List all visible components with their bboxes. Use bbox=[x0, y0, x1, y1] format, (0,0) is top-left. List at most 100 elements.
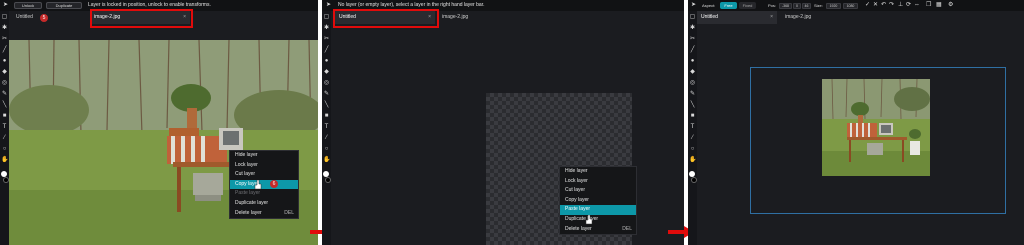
hand-icon[interactable]: ✋ bbox=[1, 157, 8, 164]
clone-icon[interactable]: ◎ bbox=[1, 80, 8, 87]
menu-item-delete-layer[interactable]: Delete layer DEL bbox=[560, 225, 636, 235]
shape-icon[interactable]: ■ bbox=[323, 113, 330, 120]
menu-item-lock-layer[interactable]: Lock layer bbox=[230, 161, 298, 171]
tab-highlight-box bbox=[333, 9, 439, 28]
pen-icon[interactable]: ✎ bbox=[1, 91, 8, 98]
editor-panel-3: ➤ Aspect: Free Fixed Pos: -368 0 46 Size… bbox=[688, 0, 1024, 245]
tab-label: image-2.jpg bbox=[442, 14, 469, 20]
position-x-field[interactable]: -368 bbox=[779, 2, 792, 9]
redo-icon[interactable]: ↷ bbox=[889, 2, 894, 9]
smudge-icon[interactable]: ╲ bbox=[323, 102, 330, 109]
menu-item-copy-layer[interactable]: Copy layer bbox=[230, 179, 298, 190]
clone-icon[interactable]: ◎ bbox=[689, 80, 696, 87]
size-width-field[interactable]: 1920 bbox=[826, 2, 841, 9]
cursor-icon[interactable]: ➤ bbox=[691, 2, 696, 9]
menu-item-label: Hide layer bbox=[235, 152, 258, 158]
eraser-icon[interactable]: ◆ bbox=[1, 69, 8, 76]
brush-icon[interactable]: ╱ bbox=[323, 47, 330, 54]
fill-icon[interactable]: ● bbox=[323, 58, 330, 65]
size-height-field[interactable]: 1080 bbox=[843, 2, 858, 9]
menu-item-cut-layer[interactable]: Cut layer bbox=[560, 186, 636, 196]
text-icon[interactable]: T bbox=[689, 124, 696, 131]
tab-highlight-box bbox=[90, 9, 193, 28]
pasted-image-layer[interactable] bbox=[822, 79, 930, 176]
tools-sidebar: ▢ ✱ ✂ ╱ ● ◆ ◎ ✎ ╲ ■ T ⁄ ○ ✋ bbox=[688, 11, 697, 245]
gear-icon[interactable]: ⚙ bbox=[948, 2, 953, 9]
layer-context-menu: Hide layer Lock layer Cut layer Copy lay… bbox=[229, 150, 299, 220]
menu-item-lock-layer[interactable]: Lock layer bbox=[560, 177, 636, 187]
eraser-icon[interactable]: ◆ bbox=[323, 69, 330, 76]
wand-icon[interactable]: ✱ bbox=[1, 25, 8, 32]
cancel-x-icon[interactable]: ✕ bbox=[873, 2, 878, 9]
eraser-icon[interactable]: ◆ bbox=[689, 69, 696, 76]
pen-icon[interactable]: ✎ bbox=[689, 91, 696, 98]
wand-icon[interactable]: ✱ bbox=[689, 25, 696, 32]
zoom-icon[interactable]: ○ bbox=[323, 146, 330, 153]
brush-icon[interactable]: ╱ bbox=[1, 47, 8, 54]
background-color-swatch[interactable] bbox=[325, 177, 331, 183]
cursor-icon[interactable]: ➤ bbox=[326, 2, 331, 9]
position-extra-field[interactable]: 46 bbox=[802, 2, 811, 9]
menu-item-paste-layer[interactable]: Paste layer bbox=[560, 205, 636, 215]
zoom-icon[interactable]: ○ bbox=[1, 146, 8, 153]
crop-icon[interactable]: ✂ bbox=[689, 36, 696, 43]
duplicate-button[interactable]: Duplicate bbox=[46, 2, 82, 9]
fill-icon[interactable]: ● bbox=[689, 58, 696, 65]
pen-icon[interactable]: ✎ bbox=[323, 91, 330, 98]
marquee-icon[interactable]: ▢ bbox=[1, 14, 8, 21]
shape-icon[interactable]: ■ bbox=[1, 113, 8, 120]
shortcut-label: DEL bbox=[284, 209, 294, 216]
menu-item-cut-layer[interactable]: Cut layer bbox=[230, 170, 298, 180]
wand-icon[interactable]: ✱ bbox=[323, 25, 330, 32]
position-label: Pos: bbox=[768, 3, 777, 8]
step-badge-6: 6 bbox=[270, 180, 278, 188]
menu-item-hide-layer[interactable]: Hide layer bbox=[560, 167, 636, 177]
unlock-button[interactable]: Unlock bbox=[14, 2, 42, 9]
tab-image-2[interactable]: image-2.jpg bbox=[781, 11, 841, 24]
crop-options-bar: ➤ Aspect: Free Fixed Pos: -368 0 46 Size… bbox=[688, 0, 1024, 11]
marquee-icon[interactable]: ▢ bbox=[323, 14, 330, 21]
grid-icon[interactable]: ▦ bbox=[936, 2, 942, 9]
aspect-free-button[interactable]: Free bbox=[720, 2, 737, 9]
menu-item-delete-layer[interactable]: Delete layer DEL bbox=[230, 209, 298, 219]
hand-icon[interactable]: ✋ bbox=[689, 157, 696, 164]
marquee-icon[interactable]: ▢ bbox=[689, 14, 696, 21]
shape-icon[interactable]: ■ bbox=[689, 113, 696, 120]
background-color-swatch[interactable] bbox=[691, 177, 697, 183]
cursor-icon[interactable]: ➤ bbox=[3, 2, 8, 9]
rotate-icon[interactable]: ⟳ bbox=[906, 2, 911, 9]
text-icon[interactable]: T bbox=[1, 124, 8, 131]
menu-item-label: Cut layer bbox=[565, 187, 586, 194]
tools-sidebar: ▢ ✱ ✂ ╱ ● ◆ ◎ ✎ ╲ ■ T ⁄ ○ ✋ bbox=[322, 11, 331, 245]
tab-image-2[interactable]: image-2.jpg bbox=[438, 11, 498, 24]
flip-icon[interactable]: ⇔ bbox=[914, 2, 920, 9]
text-icon[interactable]: T bbox=[323, 124, 330, 131]
hand-icon[interactable]: ✋ bbox=[323, 157, 330, 164]
zoom-icon[interactable]: ○ bbox=[689, 146, 696, 153]
menu-item-hide-layer[interactable]: Hide layer bbox=[230, 151, 298, 161]
menu-item-paste-layer[interactable]: Paste layer bbox=[230, 189, 298, 199]
menu-item-copy-layer[interactable]: Copy layer bbox=[560, 196, 636, 206]
eyedropper-icon[interactable]: ⁄ bbox=[1, 135, 8, 142]
fill-icon[interactable]: ● bbox=[1, 58, 8, 65]
eyedropper-icon[interactable]: ⁄ bbox=[689, 135, 696, 142]
align-icon[interactable]: ⊥ bbox=[898, 2, 903, 9]
menu-item-duplicate-layer[interactable]: Duplicate layer bbox=[230, 199, 298, 209]
crop-icon[interactable]: ✂ bbox=[1, 36, 8, 43]
close-icon[interactable]: × bbox=[770, 11, 773, 24]
position-y-field[interactable]: 0 bbox=[793, 2, 801, 9]
apply-check-icon[interactable]: ✓ bbox=[865, 2, 870, 9]
eyedropper-icon[interactable]: ⁄ bbox=[323, 135, 330, 142]
copy-icon[interactable]: ❐ bbox=[926, 2, 931, 9]
menu-item-label: Duplicate layer bbox=[235, 199, 269, 206]
undo-icon[interactable]: ↶ bbox=[881, 2, 886, 9]
smudge-icon[interactable]: ╲ bbox=[689, 102, 696, 109]
smudge-icon[interactable]: ╲ bbox=[1, 102, 8, 109]
crop-icon[interactable]: ✂ bbox=[323, 36, 330, 43]
tab-untitled[interactable]: Untitled × bbox=[697, 11, 777, 24]
menu-item-label: Copy layer bbox=[565, 196, 589, 203]
aspect-fixed-button[interactable]: Fixed bbox=[739, 2, 756, 9]
brush-icon[interactable]: ╱ bbox=[689, 47, 696, 54]
clone-icon[interactable]: ◎ bbox=[323, 80, 330, 87]
menu-item-duplicate-layer[interactable]: Duplicate layer bbox=[560, 215, 636, 225]
